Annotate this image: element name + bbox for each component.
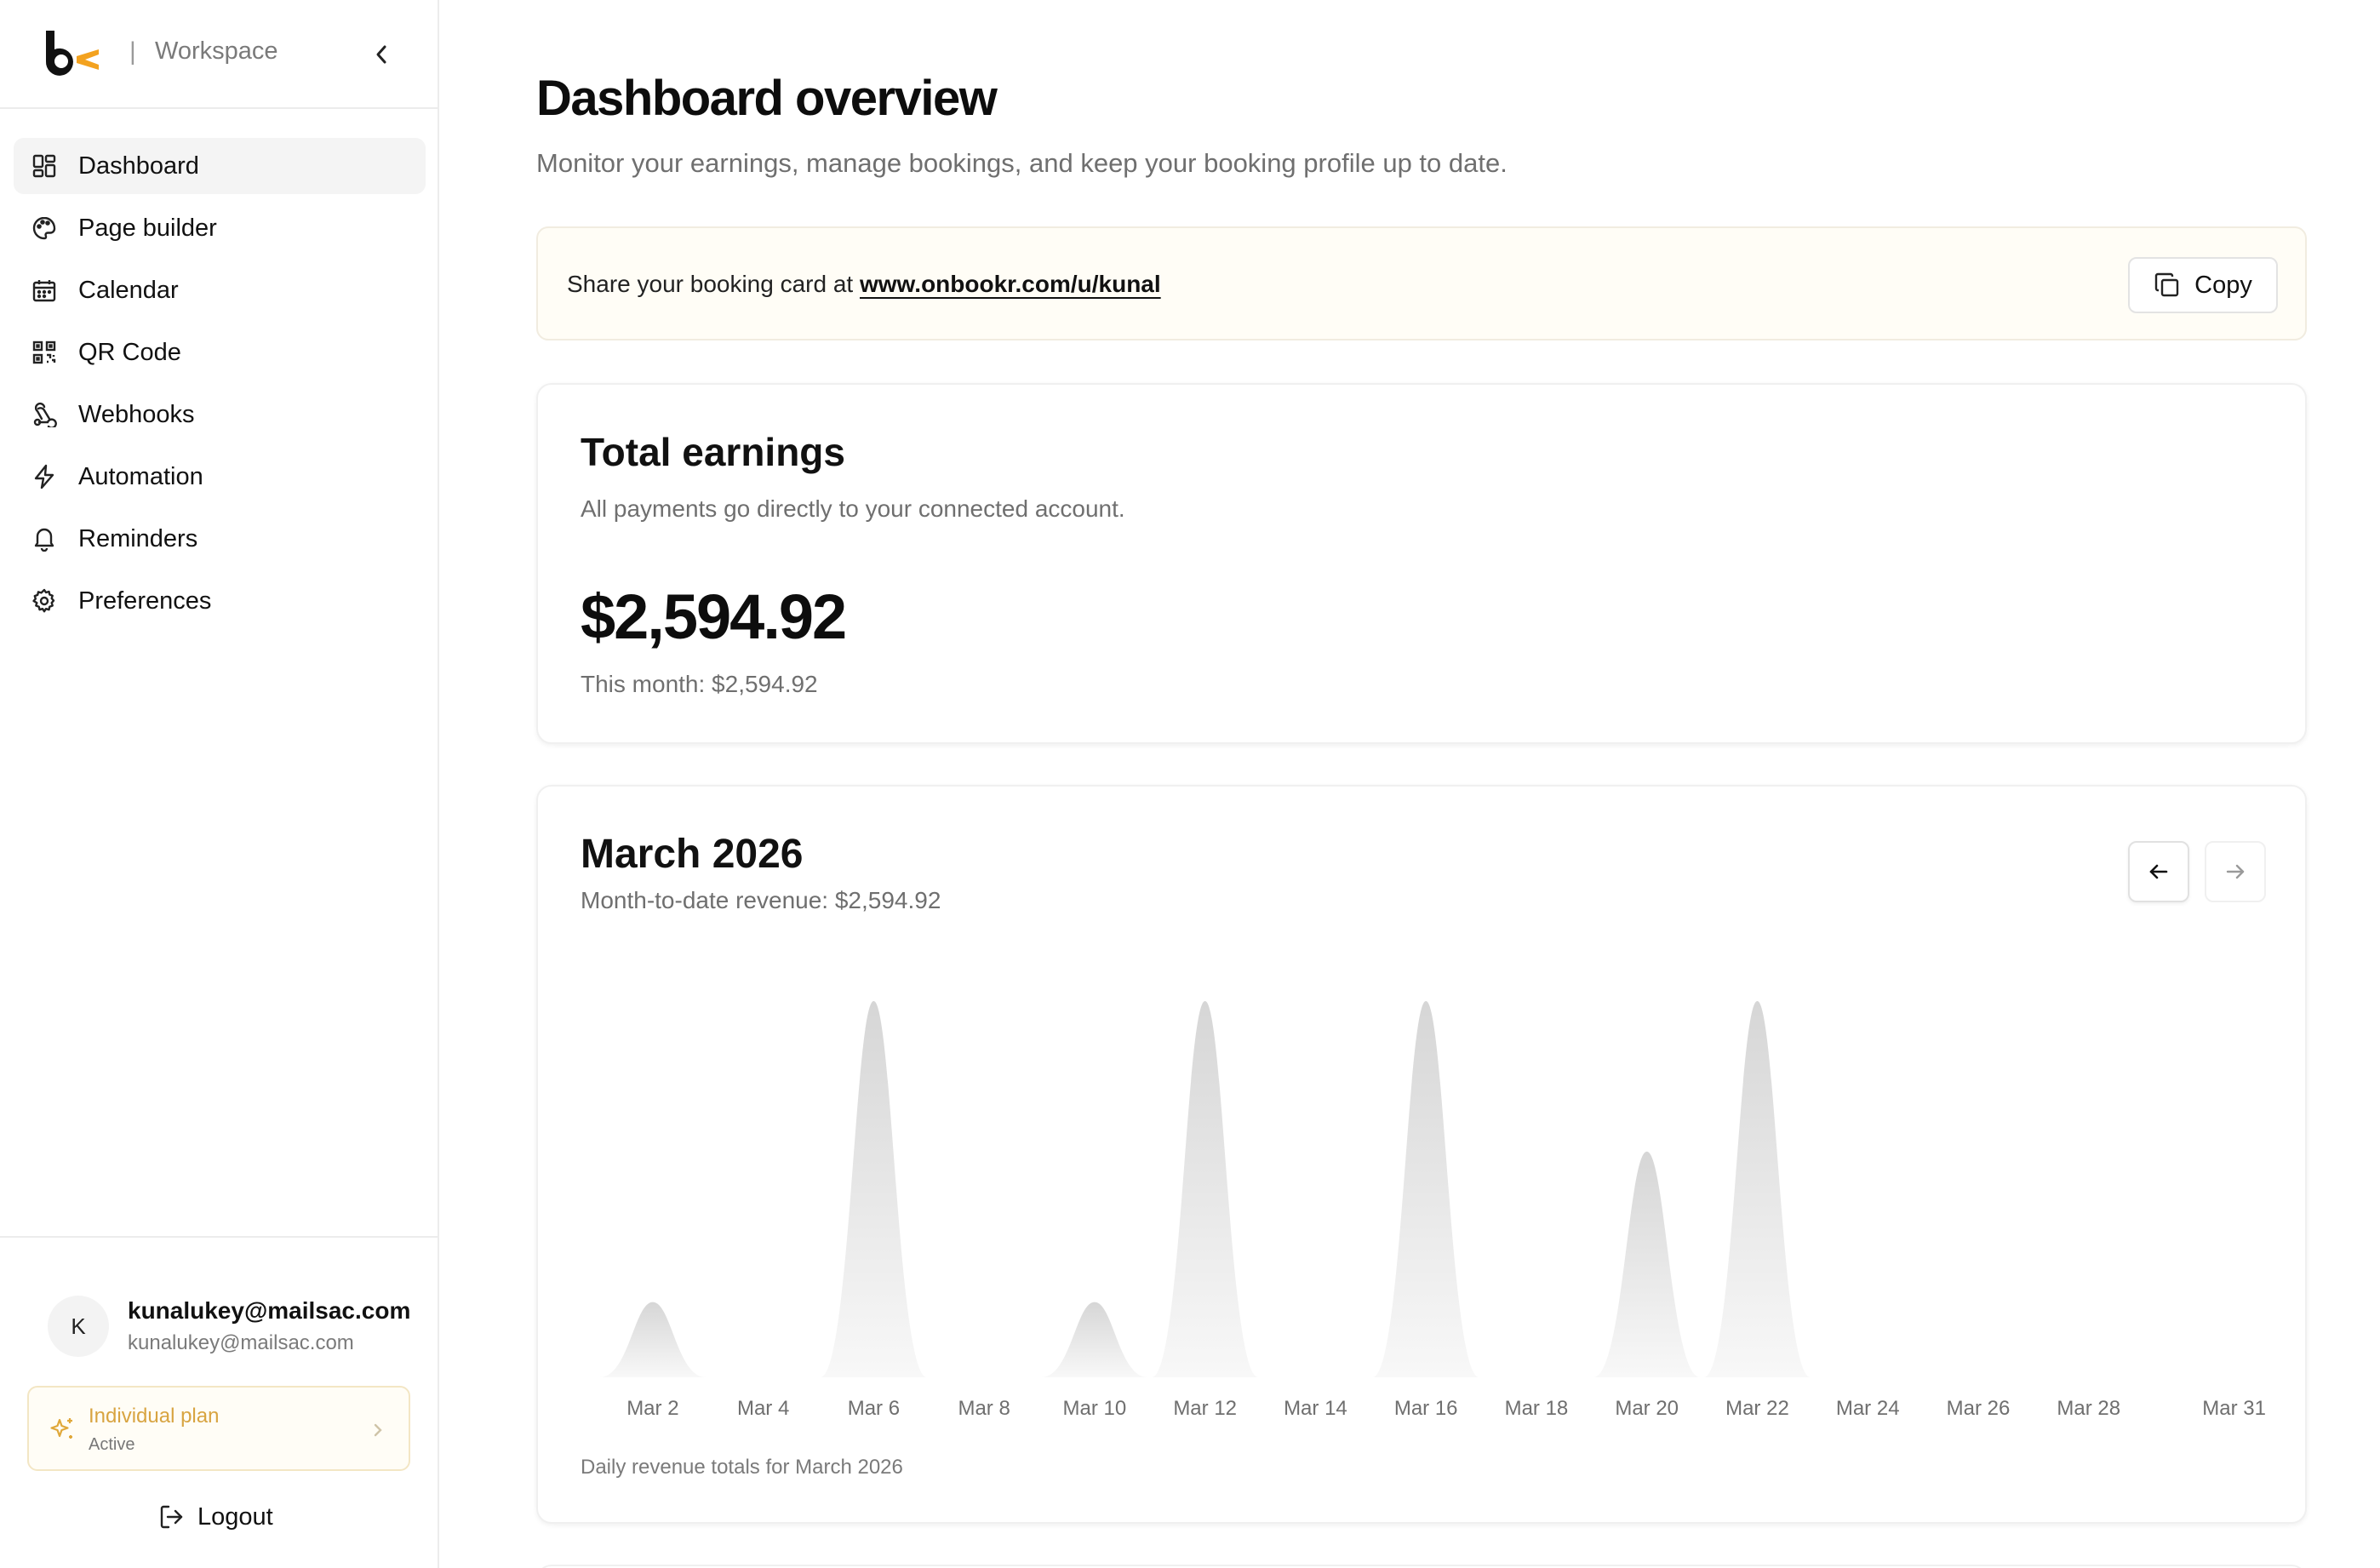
gear-icon <box>31 587 58 615</box>
earnings-total: $2,594.92 <box>581 581 847 652</box>
brand-logo[interactable] <box>43 31 102 78</box>
user-name: kunalukey@mailsac.com <box>128 1297 411 1324</box>
plan-status: Active <box>89 1435 135 1454</box>
revenue-area-peak-mar-16 <box>1372 1001 1479 1377</box>
sidebar-item-preferences[interactable]: Preferences <box>14 573 426 629</box>
revenue-area-peak-mar-22 <box>1703 1001 1811 1377</box>
copy-label: Copy <box>2194 271 2252 299</box>
plan-card[interactable]: Individual plan Active <box>27 1386 410 1471</box>
x-tick-label: Mar 31 <box>2202 1397 2266 1420</box>
share-prefix: Share your booking card at <box>567 271 860 297</box>
collapse-sidebar-button[interactable] <box>364 37 398 72</box>
copy-icon <box>2154 272 2179 297</box>
sidebar-header: | Workspace <box>0 0 438 109</box>
sidebar-item-label: Webhooks <box>78 400 195 428</box>
webhook-icon <box>31 401 58 428</box>
x-tick-label: Mar 18 <box>1505 1397 1569 1420</box>
previous-month-button[interactable] <box>2128 841 2189 902</box>
sparkle-icon <box>50 1418 72 1439</box>
calendar-icon <box>31 277 58 304</box>
sidebar-nav: Dashboard Page builder Calendar QR Code … <box>14 138 426 635</box>
share-banner: Share your booking card at www.onbookr.c… <box>536 226 2307 340</box>
revenue-chart-card: Mar 2 Mar 4 Mar 6 Mar 8 Mar 10 Mar 12 Mar 14 Ma… <box>536 785 2307 1524</box>
revenue-area-peak-mar-20 <box>1593 1151 1701 1377</box>
x-tick-label: Mar 2 <box>626 1397 678 1420</box>
x-tick-label: Mar 24 <box>1836 1397 1900 1420</box>
logout-label: Logout <box>197 1502 273 1531</box>
earnings-this-month: This month: $2,594.92 <box>581 671 818 697</box>
sidebar-item-label: Preferences <box>78 587 212 615</box>
chevron-left-icon <box>376 45 386 64</box>
x-tick-label: Mar 4 <box>737 1397 789 1420</box>
palette-icon <box>31 215 58 242</box>
booking-card-link[interactable]: www.onbookr.com/u/kunal <box>860 271 1161 297</box>
sidebar: | Workspace Dashboard Page builder Calen… <box>0 0 439 1568</box>
sidebar-item-calendar[interactable]: Calendar <box>14 262 426 318</box>
x-tick-label: Mar 6 <box>848 1397 900 1420</box>
share-text: Share your booking card at www.onbookr.c… <box>567 271 1161 298</box>
revenue-area-peak-mar-6 <box>820 1001 927 1377</box>
workspace-separator: | <box>129 37 136 66</box>
user-email: kunalukey@mailsac.com <box>128 1331 354 1354</box>
x-tick-label: Mar 28 <box>2057 1397 2120 1420</box>
chart-caption: Daily revenue totals for March 2026 <box>581 1456 903 1479</box>
chevron-right-icon <box>374 1423 382 1437</box>
bell-icon <box>31 525 58 552</box>
next-month-button[interactable] <box>2205 841 2266 902</box>
avatar[interactable]: K <box>48 1296 109 1357</box>
chart-subtitle: Month-to-date revenue: $2,594.92 <box>581 887 941 913</box>
logout-button[interactable]: Logout <box>158 1498 273 1536</box>
sidebar-item-dashboard[interactable]: Dashboard <box>14 138 426 194</box>
sidebar-item-label: QR Code <box>78 338 181 366</box>
copy-button[interactable]: Copy <box>2128 257 2278 313</box>
chart-title: March 2026 <box>581 832 804 877</box>
sidebar-item-webhooks[interactable]: Webhooks <box>14 386 426 443</box>
revenue-area-peak-mar-10 <box>1041 1302 1148 1377</box>
sidebar-item-reminders[interactable]: Reminders <box>14 511 426 567</box>
earnings-title: Total earnings <box>581 430 845 474</box>
sidebar-item-label: Automation <box>78 462 203 490</box>
plan-name: Individual plan <box>89 1405 220 1428</box>
x-tick-label: Mar 20 <box>1615 1397 1679 1420</box>
revenue-area-peak-mar-12 <box>1152 1001 1259 1377</box>
page-title: Dashboard overview <box>536 71 998 126</box>
total-earnings-card: Total earnings All payments go directly … <box>536 383 2307 744</box>
sidebar-item-automation[interactable]: Automation <box>14 449 426 505</box>
x-tick-label: Mar 22 <box>1725 1397 1789 1420</box>
sidebar-item-label: Page builder <box>78 214 217 242</box>
earnings-subtitle: All payments go directly to your connect… <box>581 495 1125 522</box>
x-tick-label: Mar 14 <box>1284 1397 1347 1420</box>
sidebar-item-label: Dashboard <box>78 152 199 180</box>
sidebar-item-label: Calendar <box>78 276 179 304</box>
x-tick-label: Mar 12 <box>1173 1397 1237 1420</box>
next-card-edge <box>536 1565 2307 1568</box>
revenue-area-peak-mar-2 <box>599 1302 707 1377</box>
logout-icon <box>160 1505 183 1529</box>
sidebar-item-label: Reminders <box>78 524 198 552</box>
sidebar-item-qr-code[interactable]: QR Code <box>14 324 426 381</box>
x-tick-label: Mar 26 <box>1947 1397 2011 1420</box>
arrow-right-icon <box>2226 864 2245 879</box>
page-subtitle: Monitor your earnings, manage bookings, … <box>536 148 1508 178</box>
x-tick-label: Mar 8 <box>958 1397 1010 1420</box>
arrow-left-icon <box>2149 864 2168 879</box>
dashboard-grid-icon <box>31 152 58 180</box>
qr-code-icon <box>31 339 58 366</box>
x-tick-label: Mar 10 <box>1063 1397 1127 1420</box>
workspace-label: Workspace <box>155 37 278 65</box>
sidebar-footer: K kunalukey@mailsac.com kunalukey@mailsa… <box>0 1236 438 1568</box>
x-tick-label: Mar 16 <box>1394 1397 1458 1420</box>
sidebar-item-page-builder[interactable]: Page builder <box>14 200 426 256</box>
lightning-icon <box>31 463 58 490</box>
